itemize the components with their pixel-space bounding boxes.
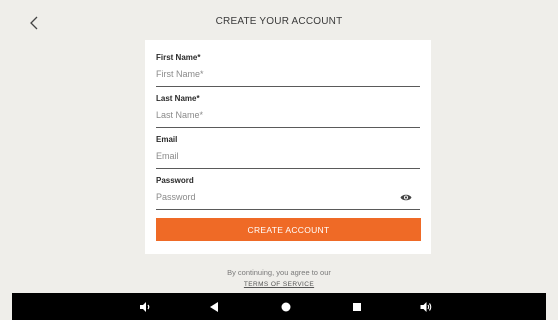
email-input[interactable] — [156, 147, 420, 165]
header: CREATE YOUR ACCOUNT — [0, 0, 558, 44]
create-account-button[interactable]: CREATE ACCOUNT — [156, 218, 421, 241]
first-name-label: First Name* — [156, 53, 201, 62]
password-label: Password — [156, 176, 194, 185]
home-nav-button[interactable] — [278, 299, 294, 315]
recents-square-icon — [353, 303, 361, 311]
eye-icon[interactable] — [400, 193, 412, 202]
last-name-underline — [156, 127, 420, 128]
last-name-input[interactable] — [156, 106, 420, 124]
volume-up-button[interactable] — [418, 299, 434, 315]
volume-up-icon — [420, 302, 432, 312]
password-underline — [156, 209, 420, 210]
back-triangle-icon — [210, 302, 218, 312]
password-input[interactable] — [156, 188, 420, 206]
recents-nav-button[interactable] — [349, 299, 365, 315]
volume-down-button[interactable] — [137, 299, 153, 315]
system-navigation-bar — [12, 293, 546, 320]
email-underline — [156, 168, 420, 169]
page-title: CREATE YOUR ACCOUNT — [215, 16, 343, 27]
email-label: Email — [156, 135, 178, 144]
volume-down-icon — [140, 302, 150, 312]
home-circle-icon — [281, 302, 291, 312]
first-name-input[interactable] — [156, 65, 420, 83]
last-name-label: Last Name* — [156, 94, 200, 103]
first-name-underline — [156, 86, 420, 87]
back-nav-button[interactable] — [206, 299, 222, 315]
terms-agree-text: By continuing, you agree to our — [227, 268, 331, 277]
signup-card: First Name* Last Name* Email Password CR… — [145, 40, 431, 254]
terms-of-service-link[interactable]: TERMS OF SERVICE — [0, 281, 558, 288]
